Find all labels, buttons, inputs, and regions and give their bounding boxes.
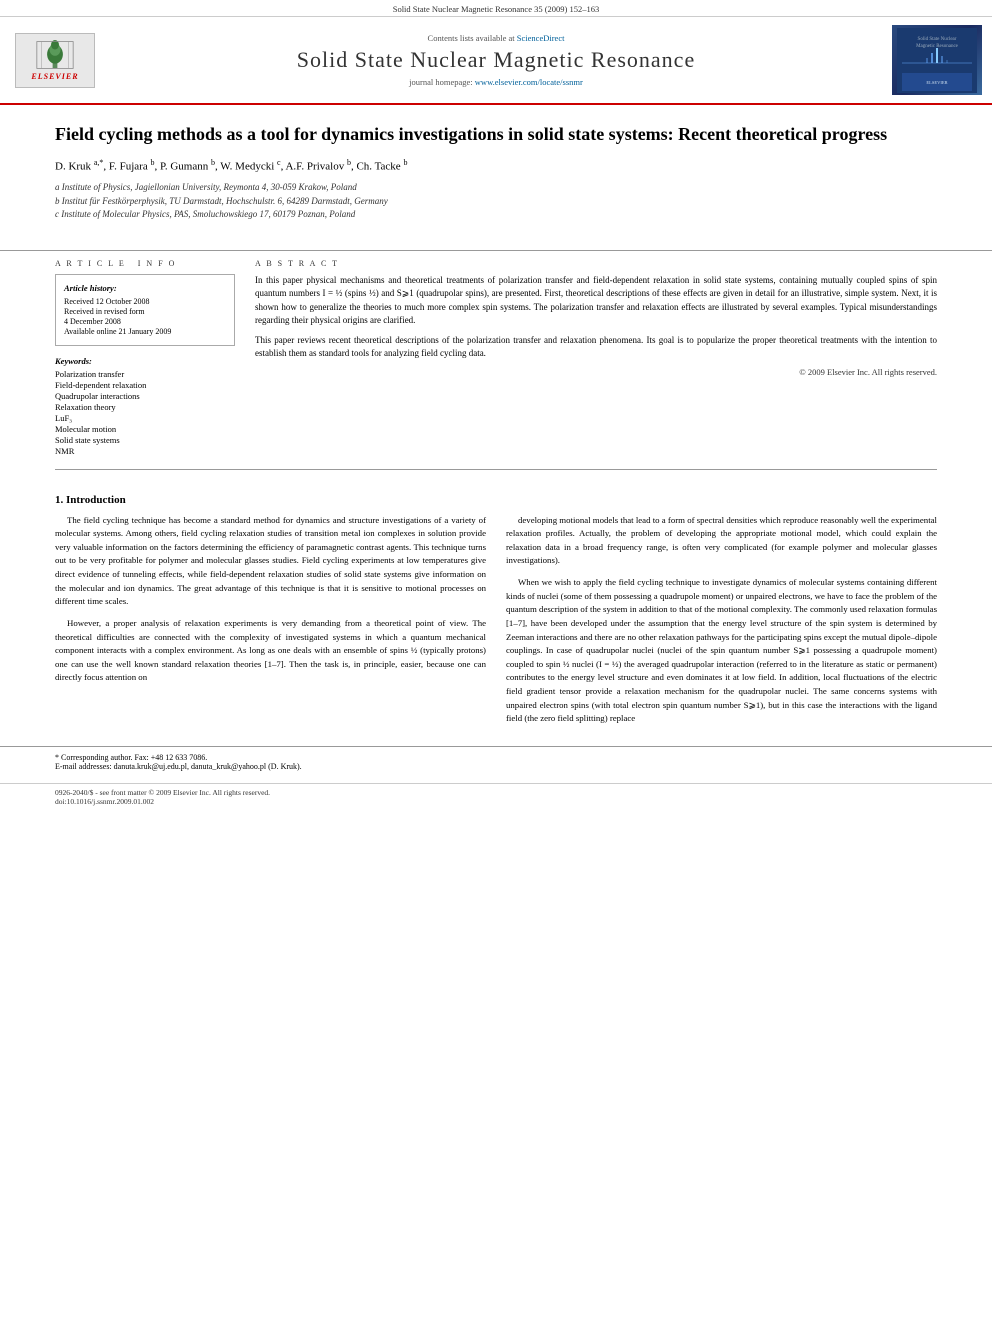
email-note: E-mail addresses: danuta.kruk@uj.edu.pl,… bbox=[55, 762, 937, 771]
keyword-5: Molecular motion bbox=[55, 424, 235, 434]
intro-para-1: The field cycling technique has become a… bbox=[55, 514, 486, 609]
intro-two-col: The field cycling technique has become a… bbox=[55, 514, 937, 734]
affiliation-a: a Institute of Physics, Jagiellonian Uni… bbox=[55, 181, 937, 195]
svg-text:ELSEVIER: ELSEVIER bbox=[926, 80, 947, 85]
affiliation-c: c Institute of Molecular Physics, PAS, S… bbox=[55, 208, 937, 222]
journal-header-center: Contents lists available at ScienceDirec… bbox=[100, 33, 892, 87]
elsevier-name: ELSEVIER bbox=[31, 72, 78, 81]
intro-section-title: 1. Introduction bbox=[55, 494, 937, 506]
elsevier-tree-icon bbox=[35, 40, 75, 70]
homepage-url[interactable]: www.elsevier.com/locate/ssnmr bbox=[475, 77, 583, 87]
affiliations: a Institute of Physics, Jagiellonian Uni… bbox=[55, 181, 937, 222]
sciencedirect-prefix: Contents lists available at bbox=[428, 33, 515, 43]
article-history-label: Article history: bbox=[64, 283, 226, 293]
journal-header: ELSEVIER Contents lists available at Sci… bbox=[0, 17, 992, 105]
bottom-bar: 0926-2040/$ - see front matter © 2009 El… bbox=[0, 783, 992, 810]
intro-right-para-2: When we wish to apply the field cycling … bbox=[506, 576, 937, 726]
elsevier-logo: ELSEVIER bbox=[15, 33, 95, 88]
journal-citation: Solid State Nuclear Magnetic Resonance 3… bbox=[393, 4, 600, 14]
svg-text:Solid State Nuclear: Solid State Nuclear bbox=[918, 37, 957, 42]
journal-cover-image: Solid State Nuclear Magnetic Resonance E… bbox=[892, 25, 982, 95]
keywords-label: Keywords: bbox=[55, 356, 235, 366]
section-divider bbox=[0, 250, 992, 251]
article-info-heading: A R T I C L E I N F O bbox=[55, 259, 235, 268]
homepage-prefix: journal homepage: bbox=[409, 77, 473, 87]
journal-title: Solid State Nuclear Magnetic Resonance bbox=[110, 47, 882, 73]
keyword-2: Quadrupolar interactions bbox=[55, 391, 235, 401]
keyword-4: LuF₃ bbox=[55, 413, 235, 423]
article-header-section: Field cycling methods as a tool for dyna… bbox=[0, 105, 992, 242]
sciencedirect-link[interactable]: ScienceDirect bbox=[517, 33, 565, 43]
journal-homepage: journal homepage: www.elsevier.com/locat… bbox=[110, 77, 882, 87]
abstract-paragraph-1: In this paper physical mechanisms and th… bbox=[255, 274, 937, 328]
body-section: 1. Introduction The field cycling techni… bbox=[0, 482, 992, 746]
footnote-text: * Corresponding author. Fax: +48 12 633 … bbox=[55, 753, 937, 762]
revised-date: 4 December 2008 bbox=[64, 317, 226, 326]
article-title: Field cycling methods as a tool for dyna… bbox=[55, 123, 937, 146]
abstract-text: In this paper physical mechanisms and th… bbox=[255, 274, 937, 361]
keyword-7: NMR bbox=[55, 446, 235, 456]
keyword-1: Field-dependent relaxation bbox=[55, 380, 235, 390]
intro-right-para-1: developing motional models that lead to … bbox=[506, 514, 937, 569]
elsevier-logo-area: ELSEVIER bbox=[10, 25, 100, 95]
intro-para-2: However, a proper analysis of relaxation… bbox=[55, 617, 486, 685]
available-date: Available online 21 January 2009 bbox=[64, 327, 226, 336]
journal-top-bar: Solid State Nuclear Magnetic Resonance 3… bbox=[0, 0, 992, 17]
authors-line: D. Kruk a,*, F. Fujara b, P. Gumann b, W… bbox=[55, 158, 937, 173]
intro-right-col: developing motional models that lead to … bbox=[506, 514, 937, 734]
footnote-area: * Corresponding author. Fax: +48 12 633 … bbox=[0, 746, 992, 775]
keyword-3: Relaxation theory bbox=[55, 402, 235, 412]
received-date: Received 12 October 2008 bbox=[64, 297, 226, 306]
article-history-block: Article history: Received 12 October 200… bbox=[55, 274, 235, 346]
keyword-6: Solid state systems bbox=[55, 435, 235, 445]
keywords-block: Keywords: Polarization transfer Field-de… bbox=[55, 356, 235, 456]
sciencedirect-link-area: Contents lists available at ScienceDirec… bbox=[110, 33, 882, 43]
abstract-paragraph-2: This paper reviews recent theoretical de… bbox=[255, 334, 937, 361]
abstract-column: A B S T R A C T In this paper physical m… bbox=[255, 259, 937, 457]
copyright-line: © 2009 Elsevier Inc. All rights reserved… bbox=[255, 367, 937, 377]
main-divider bbox=[55, 469, 937, 470]
affiliation-b: b Institut für Festkörperphysik, TU Darm… bbox=[55, 195, 937, 209]
article-left-column: A R T I C L E I N F O Article history: R… bbox=[55, 259, 235, 457]
revised-label: Received in revised form bbox=[64, 307, 226, 316]
abstract-heading: A B S T R A C T bbox=[255, 259, 937, 268]
intro-left-col: The field cycling technique has become a… bbox=[55, 514, 486, 734]
bottom-doi: doi:10.1016/j.ssnmr.2009.01.002 bbox=[55, 797, 154, 806]
article-meta-section: A R T I C L E I N F O Article history: R… bbox=[0, 259, 992, 457]
cover-image-icon: Solid State Nuclear Magnetic Resonance E… bbox=[897, 28, 977, 93]
bottom-copyright: 0926-2040/$ - see front matter © 2009 El… bbox=[55, 788, 270, 797]
keyword-0: Polarization transfer bbox=[55, 369, 235, 379]
